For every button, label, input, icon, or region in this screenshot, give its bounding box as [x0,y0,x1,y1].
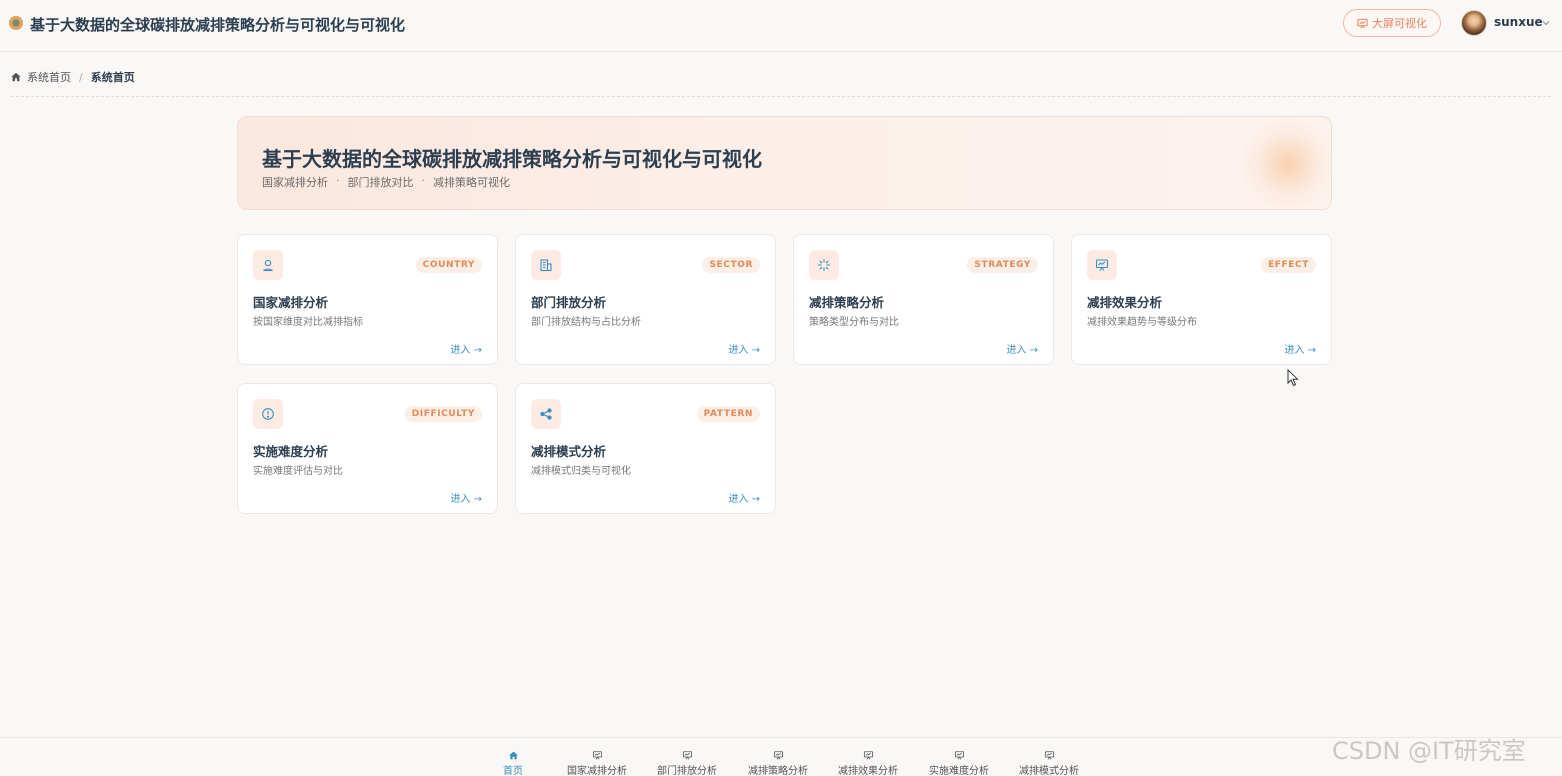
nav-label: 实施难度分析 [929,766,989,776]
card-desc: 部门排放结构与占比分析 [531,317,641,328]
breadcrumb-home[interactable]: 系统首页 [27,69,71,85]
nav-item-country[interactable]: 国家减排分析 [552,751,642,776]
banner-glow [1233,119,1331,209]
banner-title: 基于大数据的全球碳排放减排策略分析与可视化与可视化 [262,147,762,171]
chevron-down-icon[interactable] [1541,18,1551,28]
card-tag: DIFFICULTY [404,406,482,422]
card-title: 部门排放分析 [531,295,607,310]
card-effect[interactable]: EFFECT 减排效果分析 减排效果趋势与等级分布 进入 → [1071,234,1332,365]
enter-link[interactable]: 进入 → [450,341,482,356]
card-desc: 实施难度评估与对比 [253,466,343,477]
warning-icon [262,408,274,420]
card-sector[interactable]: SECTOR 部门排放分析 部门排放结构与占比分析 进入 → [515,234,776,365]
nav-label: 减排策略分析 [748,766,808,776]
enter-link[interactable]: 进入 → [450,490,482,505]
enter-link[interactable]: 进入 → [1006,341,1038,356]
card-difficulty[interactable]: DIFFICULTY 实施难度分析 实施难度评估与对比 进入 → [237,383,498,514]
banner-dot: · [336,174,340,187]
card-title: 实施难度分析 [253,444,329,459]
watermark: CSDN @IT研究室 [1332,737,1526,765]
card-desc: 减排效果趋势与等级分布 [1087,317,1197,328]
chart-board-icon [682,751,692,760]
nav-item-effect[interactable]: 减排效果分析 [823,751,913,776]
nav-label: 部门排放分析 [657,766,717,776]
chart-board-icon [1044,751,1054,760]
nav-label: 首页 [503,766,523,776]
banner-dot: · [421,174,426,187]
nav-label: 减排模式分析 [1019,766,1079,776]
card-title: 减排效果分析 [1087,295,1163,310]
card-pattern[interactable]: PATTERN 减排模式分析 减排模式归类与可视化 进入 → [515,383,776,514]
card-title: 国家减排分析 [253,295,329,310]
home-icon [11,72,21,82]
share-icon [540,408,552,420]
location-icon [263,259,273,272]
presentation-icon [1095,259,1109,271]
bottom-nav: 首页 国家减排分析 部门排放分析 减排策略分析 减排效果分析 实施难度分析 减排… [0,737,1562,776]
logo-icon [9,16,23,30]
breadcrumb: 系统首页 / 系统首页 [11,69,135,85]
banner-subtitle: 国家减排分析 · 部门排放对比 · 减排策略可视化 [262,174,510,190]
top-header: 基于大数据的全球碳排放减排策略分析与可视化与可视化 大屏可视化 sunxue [0,0,1562,52]
nav-item-difficulty[interactable]: 实施难度分析 [914,751,1004,776]
card-tag: COUNTRY [415,257,482,273]
welcome-banner: 基于大数据的全球碳排放减排策略分析与可视化与可视化 国家减排分析 · 部门排放对… [237,116,1332,210]
mouse-cursor-icon [1287,369,1299,387]
big-screen-label: 大屏可视化 [1372,17,1427,30]
enter-link[interactable]: 进入 → [728,341,760,356]
username[interactable]: sunxue [1494,15,1543,29]
breadcrumb-separator: / [79,70,83,84]
home-icon [508,751,518,760]
card-title: 减排策略分析 [809,295,885,310]
enter-link[interactable]: 进入 → [728,490,760,505]
chart-board-icon [954,751,964,760]
chart-board-icon [863,751,873,760]
chart-board-icon [592,751,602,760]
card-desc: 减排模式归类与可视化 [531,466,631,477]
card-tag: EFFECT [1261,257,1316,273]
big-screen-button[interactable]: 大屏可视化 [1343,9,1441,37]
building-icon [540,259,552,272]
card-title: 减排模式分析 [531,444,607,459]
nav-item-home[interactable]: 首页 [468,751,558,776]
card-tag: PATTERN [696,406,760,422]
card-tag: SECTOR [702,257,760,273]
nav-label: 减排效果分析 [838,766,898,776]
breadcrumb-current: 系统首页 [90,71,135,84]
chart-board-icon [773,751,783,760]
card-country[interactable]: COUNTRY 国家减排分析 按国家维度对比减排指标 进入 → [237,234,498,365]
nav-label: 国家减排分析 [567,766,627,776]
enter-link[interactable]: 进入 → [1284,341,1316,356]
banner-sub-item: 部门排放对比 [347,176,414,189]
app-title: 基于大数据的全球碳排放减排策略分析与可视化与可视化 [30,16,406,34]
banner-sub-item: 减排策略可视化 [433,176,510,189]
card-desc: 按国家维度对比减排指标 [253,317,363,328]
banner-sub-item: 国家减排分析 [262,176,328,189]
nav-item-pattern[interactable]: 减排模式分析 [1004,751,1094,776]
chart-board-icon [1357,18,1368,28]
avatar[interactable] [1461,10,1487,36]
nav-item-strategy[interactable]: 减排策略分析 [733,751,823,776]
card-tag: STRATEGY [967,257,1038,273]
divider [11,96,1551,97]
loading-icon [817,258,831,272]
nav-item-sector[interactable]: 部门排放分析 [642,751,732,776]
card-strategy[interactable]: STRATEGY 减排策略分析 策略类型分布与对比 进入 → [793,234,1054,365]
card-desc: 策略类型分布与对比 [809,317,899,328]
